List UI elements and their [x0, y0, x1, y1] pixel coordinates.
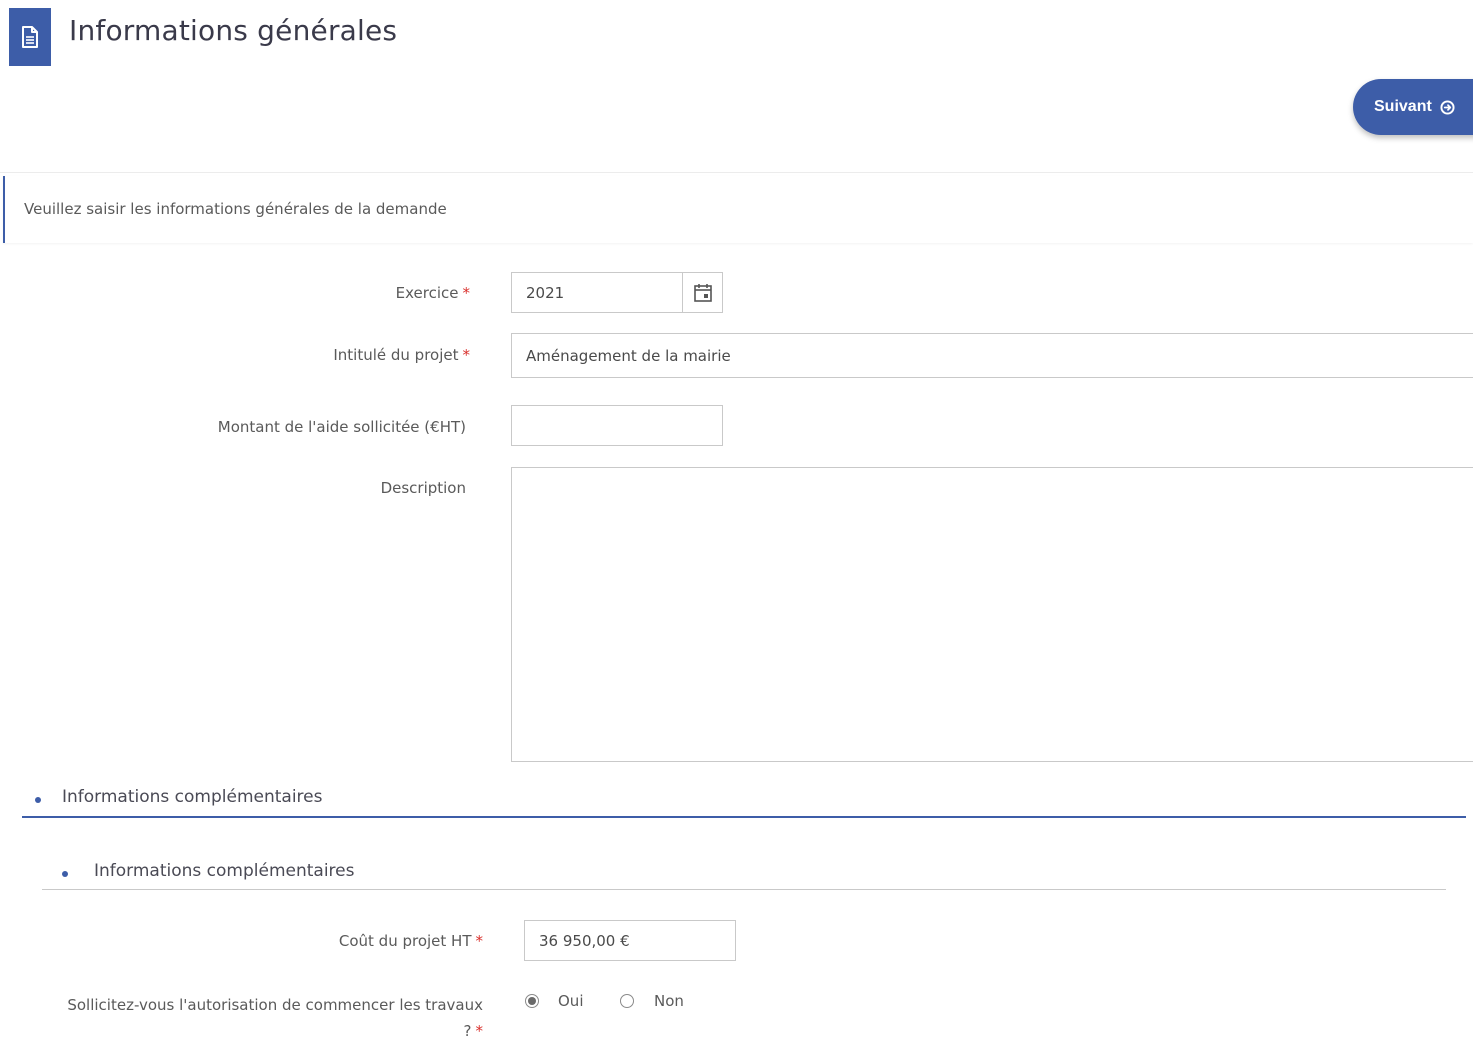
- autorisation-label: Sollicitez-vous l'autorisation de commen…: [67, 992, 483, 1044]
- exercice-value: 2021: [526, 283, 565, 302]
- page-title: Informations générales: [69, 14, 398, 47]
- intitule-input[interactable]: Aménagement de la mairie: [511, 333, 1473, 378]
- required-marker: *: [475, 1022, 484, 1040]
- exercice-label: Exercice *: [396, 284, 470, 302]
- montant-label: Montant de l'aide sollicitée (€HT): [217, 418, 466, 436]
- required-marker: *: [475, 932, 484, 950]
- montant-input[interactable]: [511, 405, 723, 446]
- description-label: Description: [380, 479, 466, 497]
- autorisation-label-line2: ?: [463, 1022, 472, 1040]
- section-title-outer[interactable]: Informations complémentaires: [62, 787, 322, 807]
- section-bullet: [35, 797, 41, 803]
- required-marker: *: [462, 284, 471, 302]
- radio-non[interactable]: [620, 994, 634, 1008]
- cout-label: Coût du projet HT *: [339, 932, 483, 950]
- document-icon: [22, 26, 38, 48]
- radio-oui-label[interactable]: Oui: [558, 992, 583, 1010]
- next-button[interactable]: Suivant: [1353, 79, 1473, 135]
- section-bullet: [62, 871, 68, 877]
- cout-value: 36 950,00 €: [539, 931, 630, 950]
- required-marker: *: [462, 346, 471, 364]
- next-button-label: Suivant: [1374, 98, 1432, 115]
- calendar-icon: [693, 283, 712, 302]
- section-title-inner[interactable]: Informations complémentaires: [94, 861, 354, 881]
- arrow-right-circle-icon: [1440, 99, 1455, 115]
- cout-input[interactable]: 36 950,00 €: [524, 920, 736, 961]
- intitule-value: Aménagement de la mairie: [526, 346, 731, 365]
- section-divider-inner: [42, 889, 1446, 890]
- cout-label-text: Coût du projet HT: [338, 932, 472, 950]
- description-textarea[interactable]: [511, 467, 1473, 762]
- exercice-input[interactable]: 2021: [511, 272, 683, 313]
- section-divider-outer: [22, 816, 1466, 818]
- exercice-label-text: Exercice: [395, 284, 459, 302]
- intitule-label: Intitulé du projet *: [333, 346, 470, 364]
- autorisation-label-line1: Sollicitez-vous l'autorisation de commen…: [67, 996, 483, 1014]
- intitule-label-text: Intitulé du projet: [333, 346, 459, 364]
- radio-oui[interactable]: [525, 994, 539, 1008]
- calendar-button[interactable]: [682, 272, 723, 313]
- radio-non-label[interactable]: Non: [654, 992, 684, 1010]
- info-text: Veuillez saisir les informations général…: [24, 200, 447, 218]
- header-divider: [0, 172, 1473, 173]
- page-icon: [9, 8, 51, 66]
